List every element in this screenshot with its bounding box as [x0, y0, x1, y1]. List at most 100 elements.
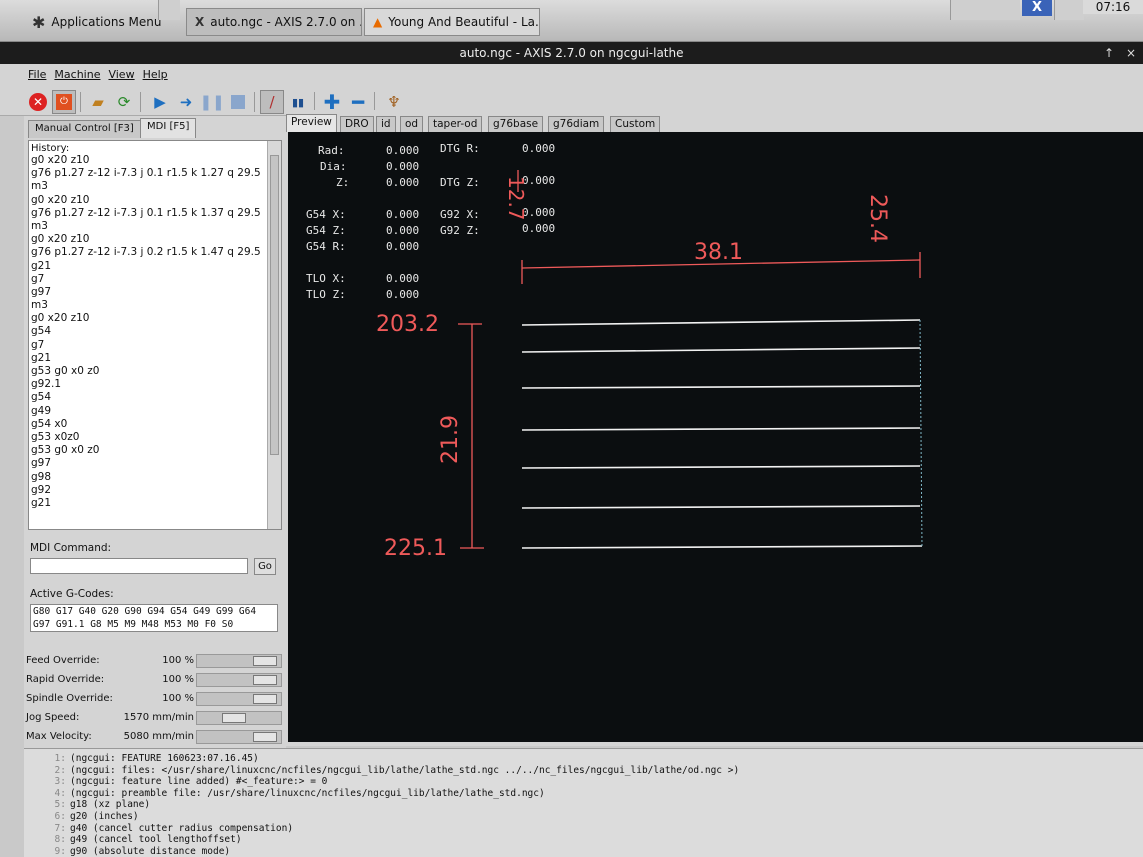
- menu-view[interactable]: View: [108, 68, 134, 82]
- history-item[interactable]: g53 g0 x0 z0: [31, 444, 279, 457]
- gcode-line[interactable]: 7: g40 (cancel cutter radius compensation…: [24, 823, 294, 835]
- history-item[interactable]: g92.1: [31, 378, 279, 391]
- block-delete-toggle[interactable]: /: [260, 90, 284, 114]
- history-list[interactable]: g0 x20 z10 g76 p1.27 z-12 i-7.3 j 0.1 r1.…: [29, 154, 281, 510]
- history-item[interactable]: m3: [31, 299, 279, 312]
- history-item[interactable]: g98: [31, 471, 279, 484]
- history-item[interactable]: g54 x0: [31, 418, 279, 431]
- history-item[interactable]: g76 p1.27 z-12 i-7.3 j 0.1 r1.5 k 1.27 q…: [31, 167, 279, 180]
- open-button[interactable]: ▰: [86, 90, 110, 114]
- tab-id[interactable]: id: [376, 116, 396, 132]
- history-item[interactable]: g21: [31, 352, 279, 365]
- line-text: g90 (absolute distance mode): [70, 845, 231, 857]
- close-button[interactable]: ×: [1121, 42, 1141, 64]
- stop-icon: [231, 95, 245, 109]
- pause-icon: ❚❚: [199, 92, 225, 111]
- slider-thumb[interactable]: [253, 656, 277, 666]
- history-item[interactable]: m3: [31, 220, 279, 233]
- dim-length: 21.9: [438, 415, 463, 464]
- history-item[interactable]: g53 g0 x0 z0: [31, 365, 279, 378]
- history-item[interactable]: g76 p1.27 z-12 i-7.3 j 0.1 r1.5 k 1.37 q…: [31, 207, 279, 220]
- slider-thumb[interactable]: [253, 732, 277, 742]
- dim-small-vertical: 12.7: [504, 176, 528, 221]
- feed-override-slider[interactable]: [196, 654, 282, 668]
- scrollbar-thumb[interactable]: [270, 155, 279, 455]
- zoom-out-icon: ━: [351, 90, 365, 114]
- history-item[interactable]: g49: [31, 405, 279, 418]
- gcode-line[interactable]: 2: (ngcgui: files: </usr/share/linuxcnc/n…: [24, 765, 740, 777]
- slider-thumb[interactable]: [222, 713, 247, 723]
- tab-taper-od[interactable]: taper-od: [428, 116, 483, 132]
- history-item[interactable]: g0 x20 z10: [31, 233, 279, 246]
- menu-file[interactable]: File: [28, 68, 46, 82]
- reload-button[interactable]: ⟳: [112, 90, 136, 114]
- history-item[interactable]: g76 p1.27 z-12 i-7.3 j 0.2 r1.5 k 1.47 q…: [31, 246, 279, 259]
- history-item[interactable]: g53 x0z0: [31, 431, 279, 444]
- history-item[interactable]: g97: [31, 457, 279, 470]
- menu-help[interactable]: Help: [143, 68, 168, 82]
- active-gcodes-box: G80 G17 G40 G20 G90 G94 G54 G49 G99 G64 …: [30, 604, 278, 632]
- reload-icon: ⟳: [117, 92, 131, 111]
- dimension-lines: [458, 170, 921, 549]
- max-velocity-slider[interactable]: [196, 730, 282, 744]
- tab-manual-control[interactable]: Manual Control [F3]: [28, 120, 141, 138]
- tab-od[interactable]: od: [400, 116, 424, 132]
- gcode-line[interactable]: 9: g90 (absolute distance mode): [24, 845, 231, 857]
- step-button[interactable]: ➜: [174, 90, 198, 114]
- gcode-line[interactable]: 1: (ngcgui: FEATURE 160623:07.16.45): [24, 753, 259, 765]
- clock[interactable]: 07:16: [1083, 0, 1143, 14]
- gcode-line[interactable]: 6: g20 (inches): [24, 811, 139, 823]
- maximize-button[interactable]: ↑: [1099, 42, 1119, 64]
- history-item[interactable]: g21: [31, 497, 279, 510]
- history-item[interactable]: g0 x20 z10: [31, 194, 279, 207]
- rapid-override-slider[interactable]: [196, 673, 282, 687]
- run-button[interactable]: ▶: [148, 90, 172, 114]
- slider-thumb[interactable]: [253, 675, 277, 685]
- history-item[interactable]: g54: [31, 391, 279, 404]
- x-tray-icon[interactable]: X: [1022, 0, 1052, 16]
- tab-mdi[interactable]: MDI [F5]: [140, 118, 197, 138]
- rapid-override-label: Rapid Override:: [26, 674, 105, 685]
- tab-preview[interactable]: Preview: [286, 114, 337, 132]
- gcode-line[interactable]: 5: g18 (xz plane): [24, 799, 151, 811]
- history-item[interactable]: g92: [31, 484, 279, 497]
- history-item[interactable]: g21: [31, 260, 279, 273]
- history-item[interactable]: g54: [31, 325, 279, 338]
- zoom-in-icon: ✚: [323, 90, 341, 114]
- gcode-line[interactable]: 8: g49 (cancel tool lengthoffset): [24, 834, 242, 846]
- tab-g76base[interactable]: g76base: [488, 116, 544, 132]
- desktop-switcher-icon[interactable]: [158, 0, 180, 20]
- history-item[interactable]: g7: [31, 273, 279, 286]
- history-item[interactable]: g7: [31, 339, 279, 352]
- active-gcodes-line: G80 G17 G40 G20 G90 G94 G54 G49 G99 G64: [33, 606, 257, 617]
- preview-canvas[interactable]: Rad: 0.000 DTG R: 0.000 Dia: 0.000 Z: 0.…: [288, 132, 1143, 742]
- history-item[interactable]: m3: [31, 180, 279, 193]
- tab-g76diam[interactable]: g76diam: [548, 116, 605, 132]
- menu-machine[interactable]: Machine: [54, 68, 100, 82]
- tray-area: [950, 0, 1020, 20]
- spindle-override-row: Spindle Override: 100 %: [26, 690, 284, 708]
- history-item[interactable]: g0 x20 z10: [31, 312, 279, 325]
- estop-button[interactable]: ✕: [26, 90, 50, 114]
- task-button-vlc[interactable]: ▲ Young And Beautiful - La...: [364, 8, 540, 36]
- history-scrollbar[interactable]: [267, 141, 281, 529]
- tab-dro[interactable]: DRO: [340, 116, 374, 132]
- pause-button[interactable]: ❚❚: [199, 90, 225, 114]
- task-button-axis[interactable]: X auto.ngc - AXIS 2.7.0 on ...: [186, 8, 362, 36]
- machine-power-button[interactable]: ⏻: [52, 90, 76, 114]
- history-item[interactable]: g0 x20 z10: [31, 154, 279, 167]
- gcode-listing[interactable]: 1: (ngcgui: FEATURE 160623:07.16.45) 2: (ng…: [24, 748, 1143, 857]
- tab-custom[interactable]: Custom: [610, 116, 661, 132]
- window-titlebar[interactable]: auto.ngc - AXIS 2.7.0 on ngcgui-lathe ↑ …: [0, 42, 1143, 64]
- slider-thumb[interactable]: [253, 694, 277, 704]
- history-item[interactable]: g97: [31, 286, 279, 299]
- go-button[interactable]: Go: [254, 558, 276, 575]
- jog-speed-value: 1570 mm/min: [123, 712, 194, 723]
- gcode-line[interactable]: 3: (ngcgui: feature line added) #<_featur…: [24, 776, 328, 788]
- gcode-line[interactable]: 4: (ngcgui: preamble file: /usr/share/lin…: [24, 788, 545, 800]
- task-label: Young And Beautiful - La...: [388, 15, 540, 29]
- spindle-override-slider[interactable]: [196, 692, 282, 706]
- mdi-command-input[interactable]: [30, 558, 248, 574]
- jog-speed-slider[interactable]: [196, 711, 282, 725]
- stop-button[interactable]: [226, 90, 250, 114]
